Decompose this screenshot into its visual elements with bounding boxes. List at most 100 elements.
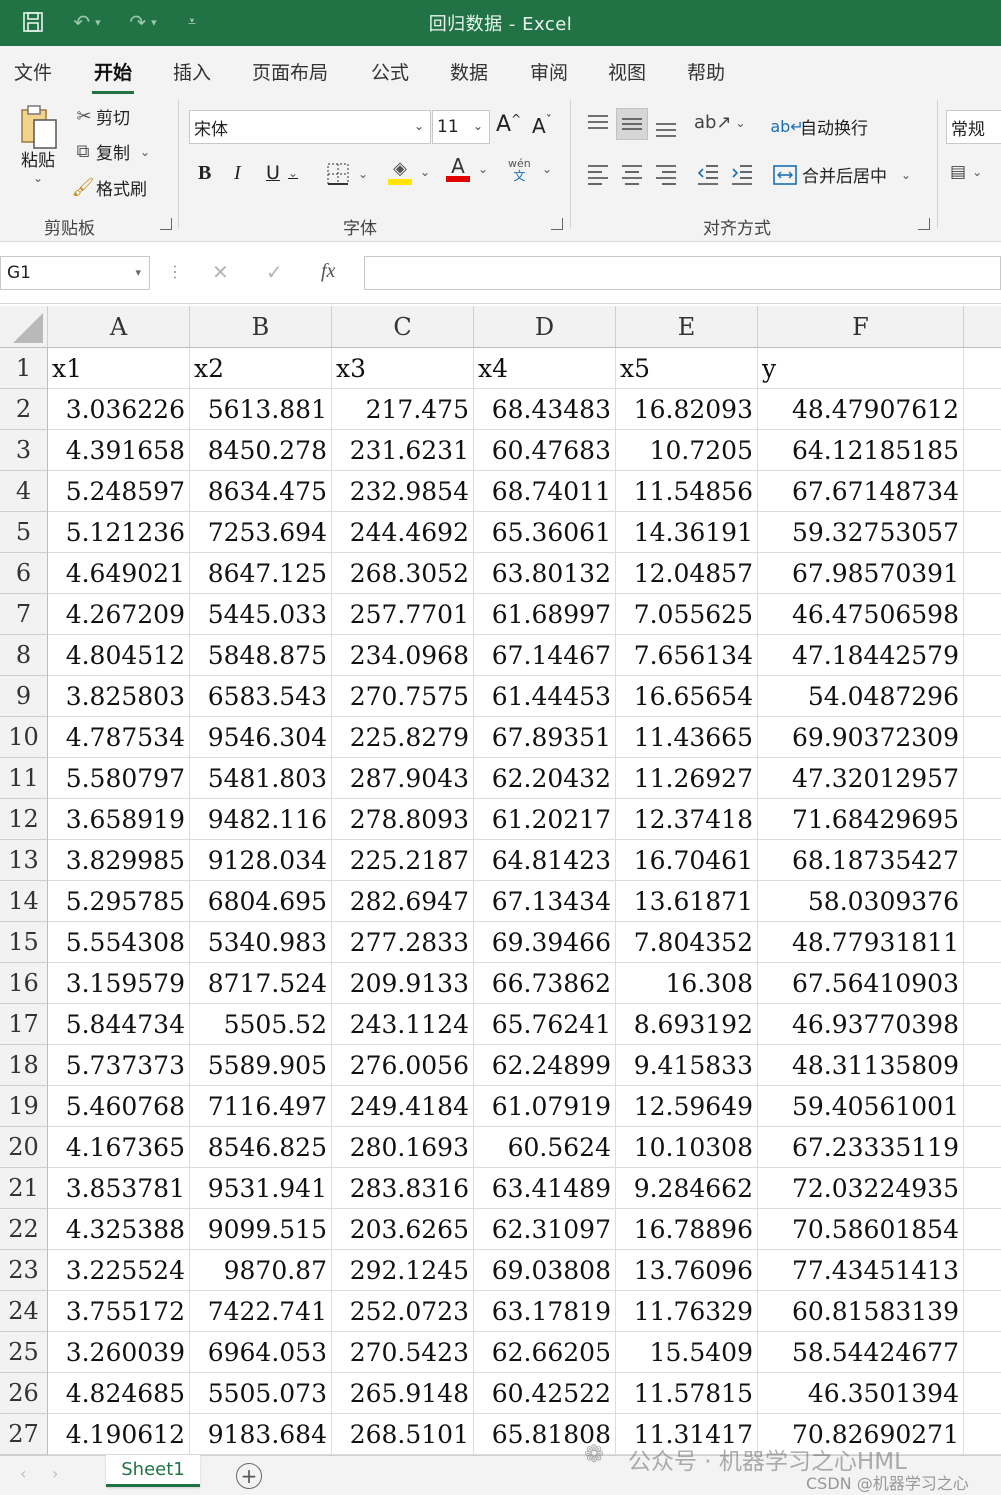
merge-center-button[interactable]: 合并后居中 ⌄ [772,162,911,187]
row-header[interactable]: 14 [0,881,48,922]
column-header-a[interactable]: A [48,306,190,348]
cell-c12[interactable]: 278.8093 [332,799,474,840]
cell-c23[interactable]: 292.1245 [332,1250,474,1291]
cell-e15[interactable]: 7.804352 [616,922,758,963]
cell-g18[interactable] [964,1045,1001,1086]
cell-d2[interactable]: 68.43483 [474,389,616,430]
top-align-button[interactable] [586,112,610,136]
row-header[interactable]: 16 [0,963,48,1004]
cell-f3[interactable]: 64.12185185 [758,430,964,471]
cell-b4[interactable]: 8634.475 [190,471,332,512]
cell-b14[interactable]: 6804.695 [190,881,332,922]
cell-c15[interactable]: 277.2833 [332,922,474,963]
tab-insert[interactable]: 插入 [171,58,213,91]
font-color-button[interactable]: A ⌄ [446,156,488,182]
number-format-combobox[interactable]: 常规 [946,110,1001,144]
cell-d24[interactable]: 63.17819 [474,1291,616,1332]
chevron-down-icon[interactable]: ⌄ [473,119,483,133]
cell-d8[interactable]: 67.14467 [474,635,616,676]
cell-b21[interactable]: 9531.941 [190,1168,332,1209]
cell-f22[interactable]: 70.58601854 [758,1209,964,1250]
cell-f10[interactable]: 69.90372309 [758,717,964,758]
row-header[interactable]: 11 [0,758,48,799]
cell-a22[interactable]: 4.325388 [48,1209,190,1250]
cell-g15[interactable] [964,922,1001,963]
row-header[interactable]: 6 [0,553,48,594]
row-header[interactable]: 27 [0,1414,48,1455]
cell-g8[interactable] [964,635,1001,676]
cell-d21[interactable]: 63.41489 [474,1168,616,1209]
cell-g4[interactable] [964,471,1001,512]
shrink-font-button[interactable]: Aˇ [532,113,552,138]
cell-c26[interactable]: 265.9148 [332,1373,474,1414]
cell-g7[interactable] [964,594,1001,635]
cell-a11[interactable]: 5.580797 [48,758,190,799]
row-header[interactable]: 19 [0,1086,48,1127]
bottom-align-button[interactable] [654,116,678,140]
add-sheet-button[interactable]: + [236,1463,262,1489]
column-header-g[interactable] [964,306,1001,348]
cell-g24[interactable] [964,1291,1001,1332]
cell-a12[interactable]: 3.658919 [48,799,190,840]
cell-d9[interactable]: 61.44453 [474,676,616,717]
cancel-icon[interactable]: ✕ [212,260,229,284]
tab-review[interactable]: 审阅 [528,58,570,91]
cell-c9[interactable]: 270.7575 [332,676,474,717]
cell-a26[interactable]: 4.824685 [48,1373,190,1414]
cell-b6[interactable]: 8647.125 [190,553,332,594]
alignment-dialog-launcher-icon[interactable] [918,218,930,230]
cell-g11[interactable] [964,758,1001,799]
column-header-d[interactable]: D [474,306,616,348]
cell-b23[interactable]: 9870.87 [190,1250,332,1291]
cell-b8[interactable]: 5848.875 [190,635,332,676]
cell-e11[interactable]: 11.26927 [616,758,758,799]
cell-e3[interactable]: 10.7205 [616,430,758,471]
cell-d4[interactable]: 68.74011 [474,471,616,512]
cell-f9[interactable]: 54.0487296 [758,676,964,717]
cut-button[interactable]: ✂ 剪切 [72,104,130,129]
row-header[interactable]: 15 [0,922,48,963]
align-center-button[interactable] [620,162,644,186]
cell-c24[interactable]: 252.0723 [332,1291,474,1332]
cell-e22[interactable]: 16.78896 [616,1209,758,1250]
cell-g25[interactable] [964,1332,1001,1373]
cell-g9[interactable] [964,676,1001,717]
cell-c10[interactable]: 225.8279 [332,717,474,758]
tab-view[interactable]: 视图 [606,58,648,91]
cell-a3[interactable]: 4.391658 [48,430,190,471]
cell-d12[interactable]: 61.20217 [474,799,616,840]
cell-c13[interactable]: 225.2187 [332,840,474,881]
cell-d6[interactable]: 63.80132 [474,553,616,594]
row-header[interactable]: 7 [0,594,48,635]
cell-e23[interactable]: 13.76096 [616,1250,758,1291]
fill-color-button[interactable]: ◈ ⌄ [388,158,430,185]
row-header[interactable]: 24 [0,1291,48,1332]
select-all-button[interactable] [0,306,48,348]
cell-f25[interactable]: 58.54424677 [758,1332,964,1373]
cell-b7[interactable]: 5445.033 [190,594,332,635]
align-right-button[interactable] [654,162,678,186]
cell-a1[interactable]: x1 [48,348,190,389]
cell-a7[interactable]: 4.267209 [48,594,190,635]
cell-e8[interactable]: 7.656134 [616,635,758,676]
row-header[interactable]: 8 [0,635,48,676]
cell-c16[interactable]: 209.9133 [332,963,474,1004]
wrap-text-button[interactable]: ab↵ 自动换行 [770,114,868,139]
grow-font-button[interactable]: A ^ [496,112,521,138]
cell-g20[interactable] [964,1127,1001,1168]
cell-d20[interactable]: 60.5624 [474,1127,616,1168]
tab-home[interactable]: 开始 [92,58,135,94]
font-dialog-launcher-icon[interactable] [551,218,563,230]
cell-e21[interactable]: 9.284662 [616,1168,758,1209]
cell-a25[interactable]: 3.260039 [48,1332,190,1373]
cell-f24[interactable]: 60.81583139 [758,1291,964,1332]
sheet-tab-sheet1[interactable]: Sheet1 [106,1455,200,1487]
cell-d25[interactable]: 62.66205 [474,1332,616,1373]
cell-d1[interactable]: x4 [474,348,616,389]
cell-d22[interactable]: 62.31097 [474,1209,616,1250]
middle-align-button[interactable] [616,108,648,140]
cell-b3[interactable]: 8450.278 [190,430,332,471]
cell-e16[interactable]: 16.308 [616,963,758,1004]
formula-bar-drag-handle[interactable]: ⋮ [167,262,183,281]
italic-button[interactable]: I [234,162,241,185]
